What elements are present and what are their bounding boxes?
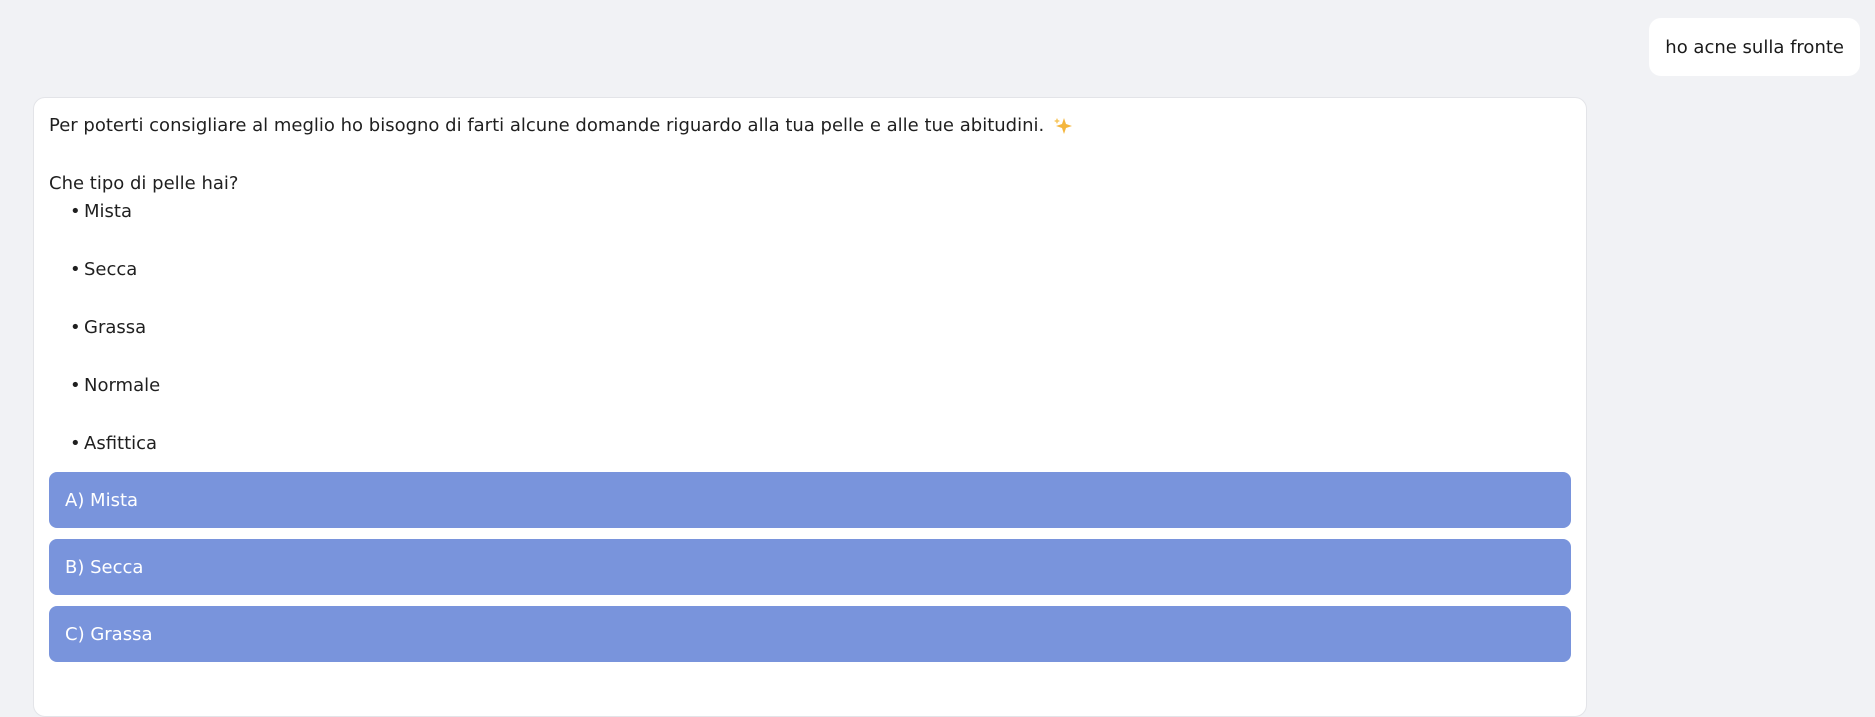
assistant-intro: Per poterti consigliare al meglio ho bis… xyxy=(49,115,1571,137)
assistant-intro-text: Per poterti consigliare al meglio ho bis… xyxy=(49,115,1045,136)
user-message-bubble: ho acne sulla fronte xyxy=(1649,18,1860,76)
list-item: • Mista xyxy=(70,201,132,222)
list-item: • Asfittica xyxy=(70,433,158,454)
choice-button-b[interactable]: B) Secca xyxy=(49,539,1571,595)
list-item: • Normale xyxy=(70,375,161,396)
list-item: • Grassa xyxy=(70,317,147,338)
assistant-message-card: Per poterti consigliare al meglio ho bis… xyxy=(33,97,1587,717)
choice-button-a[interactable]: A) Mista xyxy=(49,472,1571,528)
list-item: • Secca xyxy=(70,259,138,280)
choice-buttons: A) Mista B) Secca C) Grassa xyxy=(49,472,1571,662)
sparkles-icon xyxy=(1053,116,1073,136)
skin-type-options-list: • Mista • Secca • Grassa • Normale • Asfittic… xyxy=(49,201,1571,455)
skin-type-question: Che tipo di pelle hai? xyxy=(49,173,239,194)
user-message-text: ho acne sulla fronte xyxy=(1665,36,1844,58)
choice-button-c[interactable]: C) Grassa xyxy=(49,606,1571,662)
